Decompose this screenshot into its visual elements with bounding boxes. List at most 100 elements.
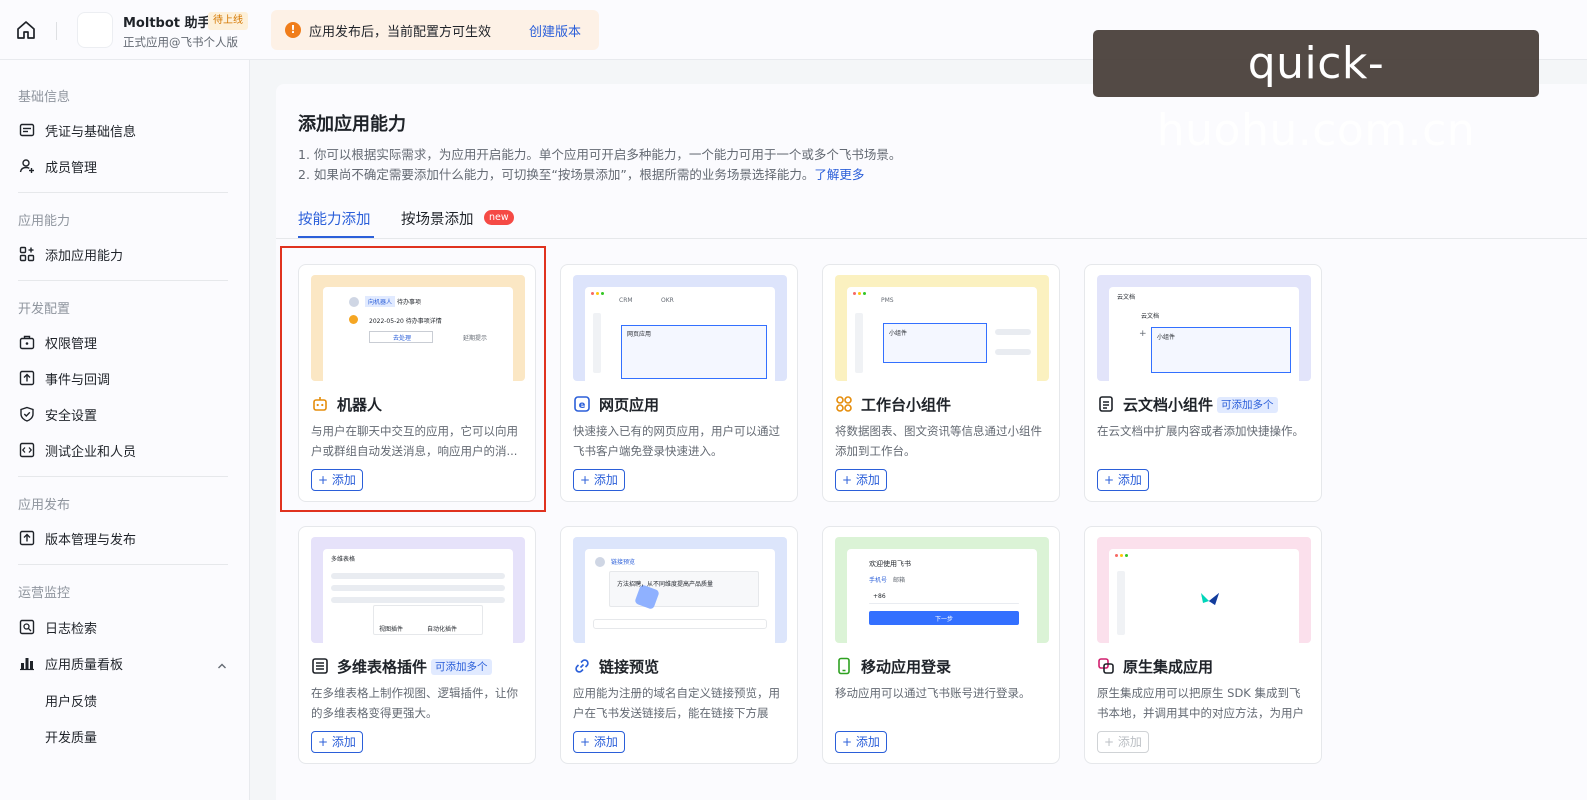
sidebar-item-label: 日志检索 xyxy=(45,621,98,637)
preview-sidebar xyxy=(1117,571,1125,635)
card-preview-link: 链接预览 方法招聘，从不同维度提高产品质量 xyxy=(573,537,787,643)
add-user-icon xyxy=(18,157,36,175)
sidebar-item-members[interactable]: 成员管理 xyxy=(18,152,97,180)
divider xyxy=(18,476,228,477)
app-avatar xyxy=(77,12,113,48)
robot-avatar xyxy=(349,315,358,324)
window-dot xyxy=(853,292,856,295)
chip-label: 向机器人 xyxy=(365,296,396,307)
add-button[interactable]: + 添加 xyxy=(311,469,363,491)
link-icon xyxy=(573,657,591,675)
learn-more-link[interactable]: 了解更多 xyxy=(814,167,864,182)
chevron-up-icon[interactable] xyxy=(216,657,228,669)
preview-tab: CRM xyxy=(619,297,633,304)
card-description: 移动应用可以通过飞书账号进行登录。 xyxy=(835,686,1031,700)
card-title: 原生集成应用 xyxy=(1123,658,1214,676)
chip-label-2: 待办事项 xyxy=(397,299,422,306)
preview-box-label: 小组件 xyxy=(1157,334,1176,341)
preview-window: PMS 小组件 xyxy=(847,287,1037,381)
preview-doc-title: 云文档 xyxy=(1141,313,1160,320)
window-dot xyxy=(863,292,866,295)
sidebar-item-quality-board[interactable]: 应用质量看板 xyxy=(18,649,123,677)
sidebar-section-monitor: 运营监控 xyxy=(18,586,71,601)
sidebar-item-test-enterprise[interactable]: 测试企业和人员 xyxy=(18,436,136,464)
new-badge: new xyxy=(484,210,514,225)
sidebar-item-permissions[interactable]: 权限管理 xyxy=(18,328,97,356)
sidebar-item-version[interactable]: 版本管理与发布 xyxy=(18,524,136,552)
card-title: 机器人 xyxy=(337,396,383,414)
add-button[interactable]: + 添加 xyxy=(1097,469,1149,491)
sidebar-section-basic: 基础信息 xyxy=(18,90,71,105)
card-native-app[interactable]: 原生集成应用 原生集成应用可以把原生 SDK 集成到飞书本地，并调用其中的对应方… xyxy=(1084,526,1322,764)
svg-text:e: e xyxy=(579,400,586,411)
preview-breadcrumb: 多维表格 xyxy=(331,556,356,563)
preview-box-label: 网页应用 xyxy=(627,331,652,338)
window-dot xyxy=(1120,554,1123,557)
card-preview-web: CRM OKR 网页应用 xyxy=(573,275,787,381)
preview-tab-email: 邮箱 xyxy=(893,577,906,584)
preview-window xyxy=(1109,549,1299,643)
window-dot xyxy=(601,292,604,295)
card-title: 云文档小组件 xyxy=(1123,396,1214,414)
card-doc-widget[interactable]: 云文档 云文档 小组件 + 云文档小组件 可添加多个 在云文档中扩展内容或者添加… xyxy=(1084,264,1322,502)
card-preview-mobile: 欢迎使用飞书 手机号 邮箱 +86 下一步 xyxy=(835,537,1049,643)
window-dot xyxy=(1115,554,1118,557)
card-description: 与用户在聊天中交互的应用，它可以向用户或群组自动发送消息，响应用户的消... xyxy=(311,424,518,458)
window-dot xyxy=(858,292,861,295)
doc-icon xyxy=(1097,395,1115,413)
app-name: Moltbot 助手 xyxy=(123,16,211,31)
card-title: 网页应用 xyxy=(599,396,660,414)
add-button-disabled: + 添加 xyxy=(1097,731,1149,753)
main-panel: 添加应用能力 1. 你可以根据实际需求，为应用开启能力。单个应用可开启多种能力，… xyxy=(276,84,1587,800)
multi-add-badge: 可添加多个 xyxy=(1217,397,1278,413)
publish-notice: ! 应用发布后，当前配置方可生效 创建版本 xyxy=(271,10,599,50)
app-subtitle: 正式应用@飞书个人版 xyxy=(123,35,238,49)
card-title: 多维表格插件 xyxy=(337,658,428,676)
notice-text: 应用发布后，当前配置方可生效 xyxy=(309,25,492,40)
card-title: 链接预览 xyxy=(599,658,660,676)
sidebar: 基础信息 凭证与基础信息 成员管理 应用能力 添加应用能力 开发配置 权限管理 … xyxy=(0,60,250,800)
tab-by-scene[interactable]: 按场景添加 xyxy=(401,208,474,229)
preview-window: 多维表格 视图插件 自动化插件 xyxy=(323,549,513,643)
card-mobile-login[interactable]: 欢迎使用飞书 手机号 邮箱 +86 下一步 移动应用登录 移动应用可以通过飞书账… xyxy=(822,526,1060,764)
mobile-icon xyxy=(835,657,853,675)
card-link-preview[interactable]: 链接预览 方法招聘，从不同维度提高产品质量 链接预览 应用能为注册的域名自定义链… xyxy=(560,526,798,764)
add-button[interactable]: + 添加 xyxy=(573,731,625,753)
sidebar-subitem-dev-quality[interactable]: 开发质量 xyxy=(45,727,97,746)
add-button[interactable]: + 添加 xyxy=(835,731,887,753)
tab-by-ability[interactable]: 按能力添加 xyxy=(298,208,371,229)
card-web-app[interactable]: CRM OKR 网页应用 e 网页应用 快速接入已有的网页应用，用户可以通过飞书… xyxy=(560,264,798,502)
preview-bar xyxy=(331,573,505,579)
upload-icon xyxy=(18,529,36,547)
sidebar-item-label: 版本管理与发布 xyxy=(45,532,137,548)
add-button[interactable]: + 添加 xyxy=(311,731,363,753)
sidebar-item-add-ability[interactable]: 添加应用能力 xyxy=(18,240,123,268)
sidebar-item-label: 成员管理 xyxy=(45,160,98,176)
preview-next-label: 下一步 xyxy=(935,616,954,623)
avatar xyxy=(595,557,605,567)
sidebar-item-label: 安全设置 xyxy=(45,408,98,424)
card-workbench-widget[interactable]: PMS 小组件 工作台小组件 将数据图表、图文资讯等信息通过小组件添加到工作台。… xyxy=(822,264,1060,502)
sidebar-item-credentials[interactable]: 凭证与基础信息 xyxy=(18,116,136,144)
card-robot[interactable]: 向机器人 待办事项 2022-05-20 待办事项详情 去处理 延期提示 机器人… xyxy=(298,264,536,502)
home-icon[interactable] xyxy=(14,18,38,42)
sidebar-subitem-feedback[interactable]: 用户反馈 xyxy=(45,691,97,710)
preview-sidebar xyxy=(855,313,863,373)
preview-box-label: 小组件 xyxy=(889,330,908,337)
preview-welcome: 欢迎使用飞书 xyxy=(869,560,911,568)
sidebar-item-log-search[interactable]: 日志检索 xyxy=(18,613,97,641)
sidebar-item-events[interactable]: 事件与回调 xyxy=(18,364,110,392)
widget-icon xyxy=(835,395,853,413)
native-app-icon xyxy=(1097,657,1115,675)
add-button[interactable]: + 添加 xyxy=(835,469,887,491)
sidebar-item-label: 权限管理 xyxy=(45,336,98,352)
sidebar-item-label: 凭证与基础信息 xyxy=(45,124,137,140)
card-base-plugin[interactable]: 多维表格 视图插件 自动化插件 多维表格插件 可添加多个 在多维表格上制作视图、… xyxy=(298,526,536,764)
preview-sidebar xyxy=(593,313,601,373)
create-version-link[interactable]: 创建版本 xyxy=(529,21,581,40)
code-icon xyxy=(18,441,36,459)
card-preview-robot: 向机器人 待办事项 2022-05-20 待办事项详情 去处理 延期提示 xyxy=(311,275,525,381)
add-button[interactable]: + 添加 xyxy=(573,469,625,491)
sidebar-item-security[interactable]: 安全设置 xyxy=(18,400,97,428)
preview-window: 欢迎使用飞书 手机号 邮箱 +86 下一步 xyxy=(847,549,1037,643)
